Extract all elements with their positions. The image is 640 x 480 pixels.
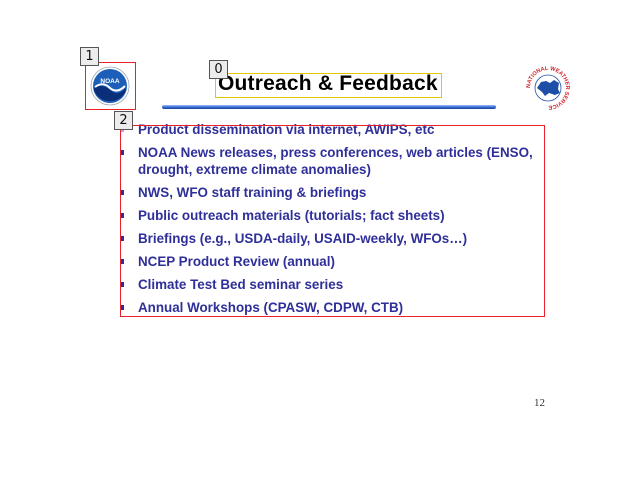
page-number: 12 [534, 397, 545, 409]
title-underline-rule [162, 105, 496, 109]
nws-logo-icon: NATIONAL WEATHER SERVICE [526, 66, 570, 110]
annotation-box-bullets [120, 125, 545, 317]
annotation-box-title [215, 73, 442, 98]
annotation-tag-bullets: 2 [114, 111, 133, 130]
annotation-tag-logo: 1 [80, 47, 99, 66]
slide: NOAA NATIONAL WEATHER SERVICE Outreach &… [0, 0, 640, 480]
annotation-tag-title: 0 [209, 60, 228, 79]
annotation-box-logo [85, 62, 136, 110]
